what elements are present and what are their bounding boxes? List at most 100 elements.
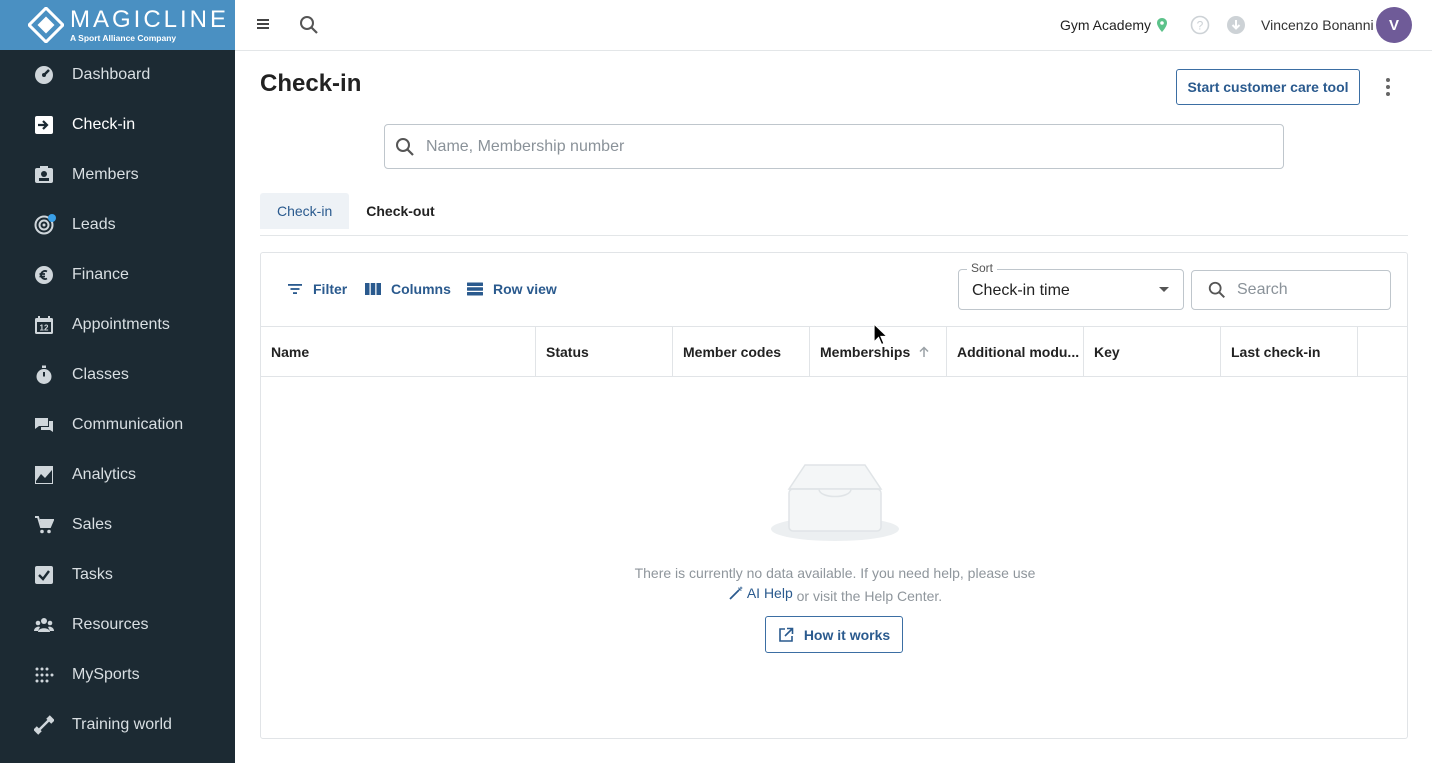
brand-tagline: A Sport Alliance Company — [70, 32, 177, 43]
column-header-additional-modules[interactable]: Additional modu... — [947, 327, 1084, 377]
tab-bar: Check-in Check-out — [260, 193, 1408, 236]
download-icon[interactable] — [1226, 15, 1246, 35]
empty-state-text: There is currently no data available. If… — [634, 565, 1036, 581]
sidebar-item-analytics[interactable]: Analytics — [0, 450, 235, 500]
user-name[interactable]: Vincenzo Bonanni — [1261, 17, 1374, 33]
search-icon[interactable] — [298, 14, 320, 36]
filter-label: Filter — [313, 281, 348, 297]
mouse-cursor-icon — [873, 323, 889, 346]
search-icon — [396, 137, 414, 156]
location-pin-icon — [1157, 18, 1168, 32]
sidebar-item-label: Check-in — [72, 116, 136, 133]
logo-text: MAGICLINE A Sport Alliance Company — [70, 5, 230, 43]
sort-label: Sort — [967, 261, 998, 275]
svg-text:12: 12 — [40, 324, 49, 333]
row-view-button[interactable]: Row view — [467, 280, 557, 298]
sidebar-nav: Dashboard Check-in Members Leads Finance… — [0, 50, 235, 750]
sidebar-item-sales[interactable]: Sales — [0, 500, 235, 550]
people-icon — [34, 615, 54, 635]
calendar-icon: 12 — [34, 315, 54, 335]
arrow-up-icon — [919, 346, 929, 357]
member-search-field[interactable] — [384, 124, 1284, 169]
check-in-table-panel: Filter Columns Row view Sort Check-in ti… — [260, 252, 1408, 739]
sidebar-item-tasks[interactable]: Tasks — [0, 550, 235, 600]
sidebar-item-label: Analytics — [72, 466, 137, 483]
external-link-icon — [779, 627, 794, 642]
row-view-icon — [467, 282, 483, 296]
table-header: Name Status Member codes Memberships Add… — [261, 326, 1407, 377]
sidebar-item-resources[interactable]: Resources — [0, 600, 235, 650]
chevron-down-icon — [1159, 287, 1169, 292]
empty-state-message: There is currently no data available. If… — [561, 563, 1109, 606]
sidebar-item-label: Sales — [72, 516, 113, 533]
top-bar: Gym Academy ? Vincenzo Bonanni V — [235, 0, 1432, 51]
chart-icon — [34, 465, 54, 485]
sidebar-item-mysports[interactable]: MySports — [0, 650, 235, 700]
avatar[interactable]: V — [1376, 7, 1412, 43]
sidebar-item-leads[interactable]: Leads — [0, 200, 235, 250]
notification-dot — [48, 214, 56, 222]
column-header-last-check-in[interactable]: Last check-in — [1221, 327, 1358, 377]
leads-icon — [34, 214, 56, 235]
sidebar-item-label: Classes — [72, 366, 129, 383]
columns-icon — [365, 283, 381, 295]
svg-text:?: ? — [1197, 19, 1204, 33]
members-icon — [34, 165, 54, 185]
sidebar-item-appointments[interactable]: 12 Appointments — [0, 300, 235, 350]
sort-value: Check-in time — [972, 282, 1070, 299]
column-header-member-codes[interactable]: Member codes — [673, 327, 810, 377]
sidebar-item-label: Finance — [72, 266, 129, 283]
sidebar-item-label: Members — [72, 166, 139, 183]
brand-name: MAGICLINE — [70, 5, 230, 33]
check-in-icon — [34, 115, 54, 135]
studio-selector[interactable]: Gym Academy — [1060, 17, 1168, 33]
tab-check-in[interactable]: Check-in — [260, 193, 350, 229]
search-icon — [1208, 281, 1225, 298]
how-it-works-label: How it works — [803, 626, 891, 643]
sidebar-item-members[interactable]: Members — [0, 150, 235, 200]
dumbbell-icon — [34, 715, 54, 735]
sidebar-item-communication[interactable]: Communication — [0, 400, 235, 450]
sidebar-item-label: Communication — [72, 416, 184, 433]
member-search-input[interactable] — [426, 137, 1246, 156]
sidebar-item-label: Dashboard — [72, 66, 151, 83]
dashboard-icon — [34, 65, 54, 85]
sidebar-item-label: Training world — [72, 716, 172, 733]
column-header-name[interactable]: Name — [261, 327, 536, 377]
start-customer-care-tool-button[interactable]: Start customer care tool — [1176, 69, 1360, 105]
tab-check-out[interactable]: Check-out — [349, 193, 451, 229]
magicline-logo-icon — [28, 7, 64, 43]
help-icon[interactable]: ? — [1190, 15, 1210, 35]
sidebar: MAGICLINE A Sport Alliance Company Dashb… — [0, 0, 235, 763]
column-header-status[interactable]: Status — [536, 327, 673, 377]
empty-inbox-icon — [771, 464, 899, 541]
sidebar-item-label: MySports — [72, 666, 140, 683]
euro-icon — [34, 265, 54, 285]
row-view-label: Row view — [493, 281, 557, 297]
table-search-field[interactable] — [1191, 270, 1391, 310]
ai-help-label: AI Help — [746, 585, 793, 601]
how-it-works-button[interactable]: How it works — [765, 616, 903, 653]
page-title: Check-in — [260, 70, 362, 97]
filter-button[interactable]: Filter — [287, 280, 347, 298]
more-options-icon[interactable] — [1378, 76, 1398, 98]
columns-label: Columns — [391, 281, 451, 297]
sidebar-item-check-in[interactable]: Check-in — [0, 100, 235, 150]
ai-help-link[interactable]: AI Help — [728, 583, 793, 603]
sidebar-item-finance[interactable]: Finance — [0, 250, 235, 300]
stopwatch-icon — [34, 365, 54, 385]
table-search-input[interactable] — [1237, 281, 1377, 299]
sidebar-item-label: Tasks — [72, 566, 113, 583]
logo-bar[interactable]: MAGICLINE A Sport Alliance Company — [0, 0, 235, 50]
sidebar-item-classes[interactable]: Classes — [0, 350, 235, 400]
hamburger-menu-icon[interactable] — [254, 14, 274, 34]
filter-icon — [288, 284, 302, 294]
column-header-key[interactable]: Key — [1084, 327, 1221, 377]
check-box-icon — [34, 565, 54, 585]
sidebar-item-training-world[interactable]: Training world — [0, 700, 235, 750]
sort-select[interactable]: Sort Check-in time — [958, 261, 1184, 310]
columns-button[interactable]: Columns — [365, 280, 451, 298]
sidebar-item-label: Appointments — [72, 316, 170, 333]
sidebar-item-dashboard[interactable]: Dashboard — [0, 50, 235, 100]
empty-state-text-after: or visit the Help Center. — [796, 588, 943, 604]
